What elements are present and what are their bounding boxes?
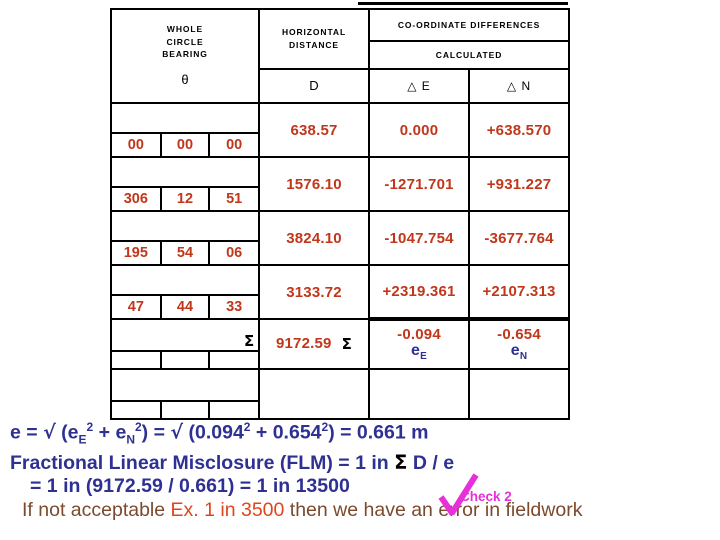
misclosure-e-label: eE <box>411 342 427 363</box>
bearing-seconds-3: 06 <box>208 242 258 264</box>
note4-part-b: then we have an error in fieldwork <box>284 499 583 522</box>
totals-seconds <box>208 352 258 368</box>
sigma-icon-distance: Σ <box>341 335 353 353</box>
header-coordinate-differences: CO-ORDINATE DIFFERENCES <box>367 8 571 42</box>
note2-part-a: Fractional Linear Misclosure (FLM) = 1 i… <box>10 452 395 475</box>
note1-sub-e: E <box>78 432 87 447</box>
misclosure-n-value: -0.654 <box>497 326 541 344</box>
note-line-flm: Fractional Linear Misclosure (FLM) = 1 i… <box>0 451 720 475</box>
bearing-minutes-3: 54 <box>159 242 211 264</box>
bearing-seconds-2: 51 <box>208 188 258 210</box>
empty-row <box>110 368 571 420</box>
bearing-cell-1: 00 00 00 <box>110 132 260 158</box>
note1-part-a: e = <box>10 421 44 444</box>
header-delta-e: △ E <box>368 68 470 104</box>
note1-part-g: ) = 0.661 m <box>328 421 429 444</box>
delta-e-cell-2: -1271.701 <box>368 156 470 212</box>
delta-n-cell-1: +638.570 <box>467 102 571 158</box>
radical-icon-2: √ <box>170 421 184 444</box>
misclosure-e-value: -0.094 <box>397 326 441 344</box>
traverse-computation-table: WHOLE CIRCLE BEARING θ HORIZONTAL DISTAN… <box>110 2 571 420</box>
misclosure-e-cell: -0.094 eE <box>368 317 470 370</box>
note-line-acceptance: If not acceptable Ex. 1 in 3500 then we … <box>0 498 720 523</box>
bearing-seconds-4: 33 <box>208 296 258 318</box>
note1-part-d: ) = <box>141 421 171 444</box>
radical-icon: √ <box>43 421 56 444</box>
distance-cell-3: 3824.10 <box>258 210 370 266</box>
note1-part-f: + 0.654 <box>250 421 322 444</box>
bearing-minutes-4: 44 <box>159 296 211 318</box>
table-row: 1576.10 -1271.701 +931.227 <box>110 156 571 212</box>
station-cell-1 <box>110 102 260 134</box>
note1-sup-2: 2 <box>134 420 142 434</box>
header-bearing-line2: CIRCLE <box>166 36 204 47</box>
totals-minutes <box>159 352 211 368</box>
header-bearing-line1: WHOLE <box>166 24 204 35</box>
delta-e-cell-3: -1047.754 <box>368 210 470 266</box>
header-delta-n: △ N <box>467 68 571 104</box>
traverse-table: WHOLE CIRCLE BEARING θ HORIZONTAL DISTAN… <box>110 8 571 420</box>
header-bearing-symbol: θ <box>181 72 189 88</box>
check-2-label: Check 2 <box>460 489 512 504</box>
misclosure-n-label: eN <box>510 342 528 363</box>
distance-cell-4: 3133.72 <box>258 264 370 320</box>
note2-part-b: D / e <box>407 452 455 475</box>
bearing-seconds-1: 00 <box>208 134 258 156</box>
station-cell-3 <box>110 210 260 242</box>
header-cell-bearing: WHOLE CIRCLE BEARING θ <box>110 8 260 104</box>
header-row-1: WHOLE CIRCLE BEARING θ HORIZONTAL DISTAN… <box>110 8 571 104</box>
note1-part-e: (0.094 <box>183 421 244 444</box>
delta-e-cell-4: +2319.361 <box>368 264 470 320</box>
bearing-cell-4: 47 44 33 <box>110 294 260 320</box>
delta-n-cell-2: +931.227 <box>467 156 571 212</box>
table-top-rule <box>358 2 568 5</box>
table-row: 3824.10 -1047.754 -3677.764 <box>110 210 571 266</box>
note-line-misclosure-e: e = √ (eE2 + eN2) = √ (0.0942 + 0.6542) … <box>0 416 720 451</box>
note1-part-c: + e <box>93 421 127 444</box>
totals-distance-value: 9172.59 <box>275 335 332 352</box>
totals-row: Σ 9172.59 Σ -0.094 eE -0.654 eN <box>110 317 571 370</box>
bearing-minutes-1: 00 <box>159 134 211 156</box>
empty-delta-e-cell <box>368 368 470 420</box>
delta-n-cell-3: -3677.764 <box>467 210 571 266</box>
distance-cell-2: 1576.10 <box>258 156 370 212</box>
bearing-degrees-1: 00 <box>112 134 162 156</box>
delta-n-cell-4: +2107.313 <box>467 264 571 320</box>
bearing-degrees-2: 306 <box>112 188 162 210</box>
table-row: 3133.72 +2319.361 +2107.313 <box>110 264 571 320</box>
bearing-minutes-2: 12 <box>159 188 211 210</box>
table-row: 638.57 0.000 +638.570 <box>110 102 571 158</box>
header-distance-line2: DISTANCE <box>288 39 339 50</box>
empty-station-cell <box>110 368 260 402</box>
header-bearing-line3: BEARING <box>162 49 208 60</box>
bearing-degrees-4: 47 <box>112 296 162 318</box>
misclosure-n-cell: -0.654 eN <box>467 317 571 370</box>
note4-highlight: Ex. 1 in 3500 <box>170 499 285 522</box>
sigma-icon-flm: Σ <box>394 451 408 475</box>
empty-delta-n-cell <box>467 368 571 420</box>
sigma-icon: Σ <box>244 332 255 350</box>
totals-distance-cell: 9172.59 Σ <box>258 318 370 370</box>
header-calculated: CALCULATED <box>367 40 571 70</box>
note1-part-b: (e <box>55 421 79 444</box>
empty-distance-cell <box>258 368 370 420</box>
totals-bearing-split <box>110 350 260 370</box>
bearing-degrees-3: 195 <box>112 242 162 264</box>
bearing-cell-3: 195 54 06 <box>110 240 260 266</box>
calculation-notes: e = √ (eE2 + eN2) = √ (0.0942 + 0.6542) … <box>0 416 720 523</box>
delta-e-cell-1: 0.000 <box>368 102 470 158</box>
header-cell-distance: HORIZONTAL DISTANCE <box>258 8 370 70</box>
note4-part-a: If not acceptable <box>22 499 171 522</box>
station-cell-2 <box>110 156 260 188</box>
bearing-cell-2: 306 12 51 <box>110 186 260 212</box>
note-line-flm-result: = 1 in (9172.59 / 0.661) = 1 in 13500 <box>30 475 350 498</box>
note1-sub-n: N <box>126 432 135 447</box>
totals-sigma-cell: Σ <box>110 318 260 352</box>
distance-cell-1: 638.57 <box>258 102 370 158</box>
header-distance-symbol: D <box>258 68 370 104</box>
station-cell-4 <box>110 264 260 296</box>
header-distance-line1: HORIZONTAL <box>281 27 347 38</box>
totals-degrees <box>112 352 162 368</box>
